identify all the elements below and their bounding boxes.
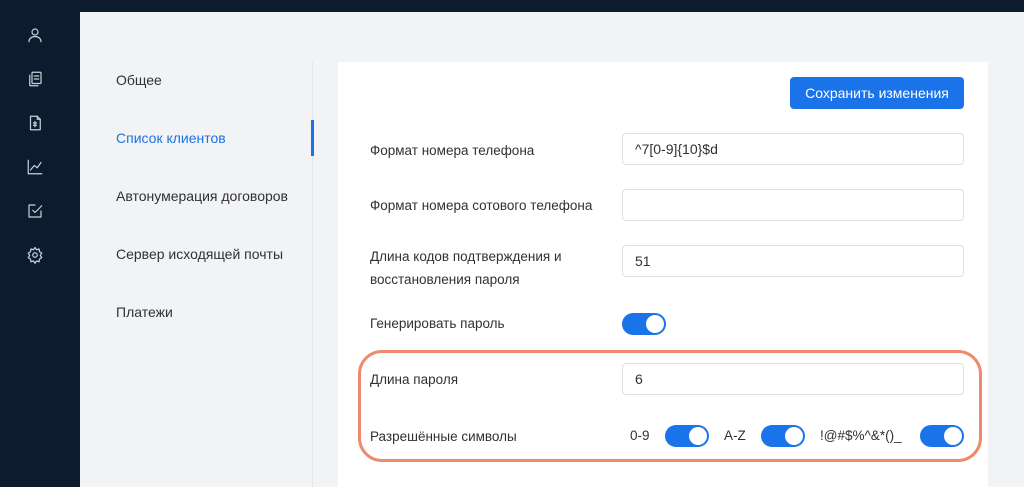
code-length-input[interactable] (622, 245, 964, 277)
mobile-format-label: Формат номера сотового телефона (370, 198, 593, 213)
settings-icon[interactable] (23, 243, 47, 267)
documents-icon[interactable] (23, 67, 47, 91)
letters-label: A-Z (724, 428, 746, 443)
digits-toggle[interactable] (665, 425, 709, 447)
phone-format-input[interactable] (622, 133, 964, 165)
allowed-symbols-label: Разрешённые символы (370, 429, 517, 444)
generate-password-toggle[interactable] (622, 313, 666, 335)
active-tab-indicator (311, 120, 314, 156)
settings-panel: Сохранить изменения Формат номера телефо… (338, 62, 988, 487)
contract-icon[interactable] (23, 111, 47, 135)
code-length-label-line2: восстановления пароля (370, 272, 520, 287)
phone-format-label: Формат номера телефона (370, 143, 535, 158)
settings-nav-outgoing-mail[interactable]: Сервер исходящей почты (116, 246, 283, 262)
settings-nav-general[interactable]: Общее (116, 72, 162, 88)
settings-nav: Общее Список клиентов Автонумерация дого… (80, 12, 314, 487)
special-symbols-label: !@#$%^&*()_ (820, 428, 902, 443)
chart-icon[interactable] (23, 155, 47, 179)
password-length-label: Длина пароля (370, 372, 459, 387)
save-changes-button[interactable]: Сохранить изменения (790, 77, 964, 109)
top-bar (0, 0, 1024, 12)
mobile-format-input[interactable] (622, 189, 964, 221)
content-area: Общее Список клиентов Автонумерация дого… (80, 12, 1024, 487)
user-icon[interactable] (23, 23, 47, 47)
settings-nav-payments[interactable]: Платежи (116, 304, 173, 320)
settings-nav-contract-numbering[interactable]: Автонумерация договоров (116, 188, 288, 204)
code-length-label-line1: Длина кодов подтверждения и (370, 249, 562, 264)
password-length-input[interactable] (622, 363, 964, 395)
special-symbols-toggle[interactable] (920, 425, 964, 447)
main-sidebar (0, 0, 80, 487)
letters-toggle[interactable] (761, 425, 805, 447)
settings-nav-clients[interactable]: Список клиентов (116, 130, 226, 146)
tasks-icon[interactable] (23, 199, 47, 223)
code-length-label: Длина кодов подтверждения и восстановлен… (370, 245, 562, 291)
digits-label: 0-9 (630, 428, 650, 443)
generate-password-label: Генерировать пароль (370, 316, 505, 331)
